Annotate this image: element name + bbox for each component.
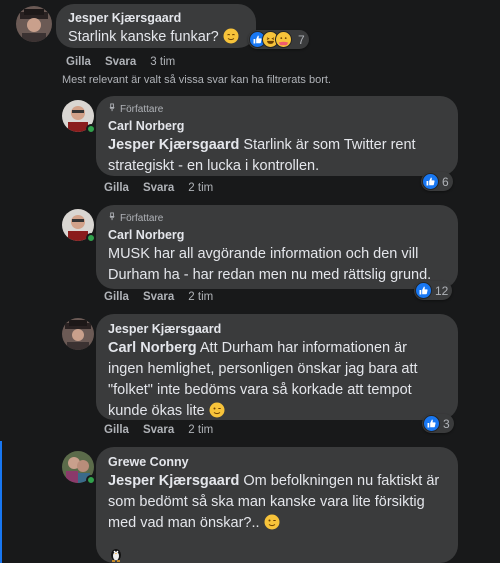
comment-text: Starlink kanske funkar?: [68, 29, 219, 45]
like-button[interactable]: Gilla: [104, 424, 129, 436]
comment-actions: Gilla Svara 2 tim: [104, 182, 213, 194]
comment-bubble: Författare Carl Norberg MUSK har all avg…: [96, 205, 458, 289]
comment-bubble: Jesper Kjærsgaard Starlink kanske funkar…: [56, 4, 256, 48]
comment-actions: Gilla Svara 3 tim: [66, 56, 175, 68]
penguin-emoji-icon: [108, 546, 124, 562]
comment-actions: Gilla Svara 2 tim: [104, 424, 213, 436]
timestamp[interactable]: 3 tim: [150, 56, 175, 68]
reply-button[interactable]: Svara: [143, 291, 174, 303]
avatar[interactable]: [16, 6, 52, 42]
mention-link[interactable]: Carl Norberg: [108, 340, 197, 356]
reaction-count: 7: [298, 32, 305, 47]
wink-emoji-icon: [264, 514, 280, 530]
reaction-summary[interactable]: 12: [414, 281, 453, 300]
author-name[interactable]: Grewe Conny: [108, 454, 446, 471]
author-badge: Författare: [120, 103, 164, 115]
reaction-count: 12: [435, 283, 449, 298]
timestamp[interactable]: 2 tim: [188, 182, 213, 194]
author-name[interactable]: Jesper Kjærsgaard: [108, 321, 446, 338]
like-icon: [423, 415, 440, 432]
reaction-summary[interactable]: 7: [248, 30, 309, 49]
avatar-photo: [62, 318, 94, 350]
reaction-count: 3: [443, 416, 450, 431]
relieved-emoji-icon: [223, 28, 239, 44]
author-name[interactable]: Carl Norberg: [108, 227, 446, 244]
reaction-count: 6: [442, 174, 449, 189]
online-status-dot: [86, 475, 96, 485]
wink-emoji-icon: [209, 402, 225, 418]
like-icon: [422, 173, 439, 190]
reply-button[interactable]: Svara: [105, 56, 136, 68]
reaction-summary[interactable]: 6: [421, 172, 453, 191]
online-status-dot: [86, 124, 96, 134]
reply-button[interactable]: Svara: [143, 182, 174, 194]
author-badge: Författare: [120, 212, 164, 224]
author-name[interactable]: Carl Norberg: [108, 118, 446, 135]
timestamp[interactable]: 2 tim: [188, 424, 213, 436]
microphone-icon: [108, 103, 117, 115]
mention-link[interactable]: Jesper Kjærsgaard: [108, 473, 239, 489]
like-button[interactable]: Gilla: [104, 291, 129, 303]
avatar[interactable]: [62, 318, 94, 350]
reply-button[interactable]: Svara: [143, 424, 174, 436]
comment-actions: Gilla Svara 2 tim: [104, 291, 213, 303]
timestamp[interactable]: 2 tim: [188, 291, 213, 303]
highlight-thread-line: [0, 441, 2, 563]
author-name[interactable]: Jesper Kjærsgaard: [68, 10, 244, 27]
comment-bubble: Grewe Conny Jesper Kjærsgaard Om befolkn…: [96, 447, 458, 563]
online-status-dot: [86, 233, 96, 243]
reaction-summary[interactable]: 3: [422, 414, 454, 433]
microphone-icon: [108, 212, 117, 224]
comment-text: MUSK har all avgörande information och d…: [108, 246, 432, 283]
like-button[interactable]: Gilla: [66, 56, 91, 68]
care-icon: [275, 31, 292, 48]
comment-bubble: Författare Carl Norberg Jesper Kjærsgaar…: [96, 96, 458, 176]
comment-bubble: Jesper Kjærsgaard Carl Norberg Att Durha…: [96, 314, 458, 420]
like-icon: [415, 282, 432, 299]
avatar-photo: [16, 6, 52, 42]
mention-link[interactable]: Jesper Kjærsgaard: [108, 137, 239, 153]
like-button[interactable]: Gilla: [104, 182, 129, 194]
filter-notice: Mest relevant är valt så vissa svar kan …: [62, 74, 331, 86]
